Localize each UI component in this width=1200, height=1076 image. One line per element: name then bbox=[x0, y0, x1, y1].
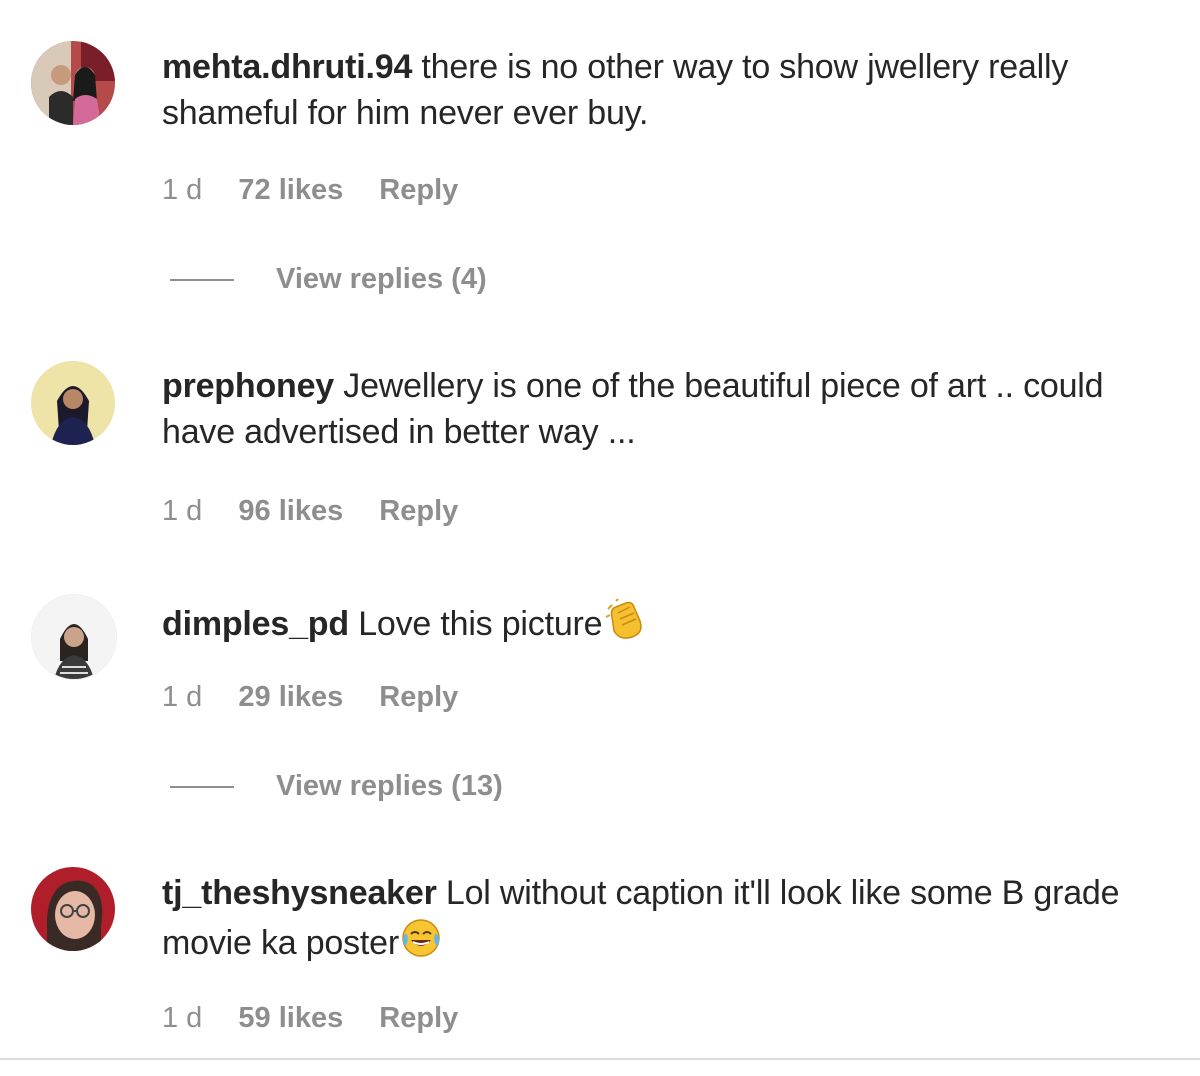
comment-meta: 1 d 96 likes Reply bbox=[162, 495, 486, 528]
replies-divider-line bbox=[170, 278, 234, 281]
avatar[interactable] bbox=[31, 41, 115, 125]
tears-of-joy-icon bbox=[399, 916, 443, 960]
reply-button[interactable]: Reply bbox=[379, 1002, 458, 1034]
comment-time[interactable]: 1 d bbox=[162, 174, 202, 206]
clapping-hands-icon bbox=[602, 597, 646, 641]
avatar[interactable] bbox=[31, 867, 115, 951]
reply-button[interactable]: Reply bbox=[379, 174, 458, 206]
comment-text: tj_theshysneaker Lol without caption it'… bbox=[162, 870, 1182, 966]
comment-time[interactable]: 1 d bbox=[162, 681, 202, 713]
comment-username[interactable]: tj_theshysneaker bbox=[162, 874, 437, 912]
avatar[interactable] bbox=[31, 361, 115, 445]
comment-meta: 1 d 59 likes Reply bbox=[162, 1002, 486, 1035]
reply-button[interactable]: Reply bbox=[379, 495, 458, 527]
likes-count[interactable]: 29 likes bbox=[238, 681, 343, 713]
replies-divider-line bbox=[170, 785, 234, 788]
view-replies-label: View replies (4) bbox=[276, 263, 487, 295]
view-replies-button[interactable]: View replies (4) bbox=[170, 263, 487, 296]
avatar[interactable] bbox=[31, 594, 117, 680]
comment-username[interactable]: dimples_pd bbox=[162, 605, 349, 643]
comment-meta: 1 d 29 likes Reply bbox=[162, 681, 486, 714]
comment-text: prephoney Jewellery is one of the beauti… bbox=[162, 363, 1182, 455]
comment-username[interactable]: prephoney bbox=[162, 367, 334, 405]
view-replies-button[interactable]: View replies (13) bbox=[170, 770, 503, 803]
likes-count[interactable]: 59 likes bbox=[238, 1002, 343, 1034]
likes-count[interactable]: 96 likes bbox=[238, 495, 343, 527]
bottom-divider bbox=[0, 1058, 1200, 1060]
likes-count[interactable]: 72 likes bbox=[238, 174, 343, 206]
reply-button[interactable]: Reply bbox=[379, 681, 458, 713]
comment-body: Love this picture bbox=[358, 605, 603, 643]
comment-username[interactable]: mehta.dhruti.94 bbox=[162, 48, 412, 86]
comment-text: mehta.dhruti.94 there is no other way to… bbox=[162, 44, 1182, 136]
comment-meta: 1 d 72 likes Reply bbox=[162, 174, 486, 207]
comment-text: dimples_pd Love this picture bbox=[162, 597, 1182, 647]
comment-time[interactable]: 1 d bbox=[162, 495, 202, 527]
view-replies-label: View replies (13) bbox=[276, 770, 503, 802]
comment-time[interactable]: 1 d bbox=[162, 1002, 202, 1034]
